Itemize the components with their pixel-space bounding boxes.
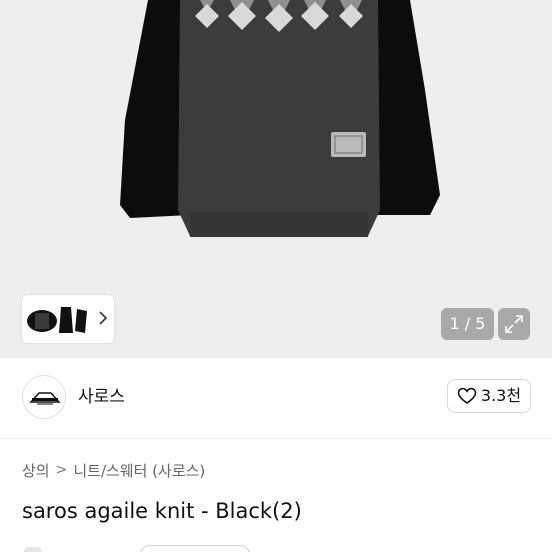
thumbnail-images[interactable] (25, 299, 95, 339)
shop-logo[interactable] (22, 375, 66, 419)
breadcrumb-separator: > (55, 462, 68, 478)
like-count: 3.3천 (480, 386, 522, 405)
like-button[interactable]: 3.3천 (447, 379, 531, 413)
breadcrumb-item-top[interactable]: 상의 (22, 460, 50, 481)
expand-arrows-icon (505, 315, 523, 333)
thumbnail-next-icon[interactable] (98, 310, 108, 326)
section-divider (0, 438, 552, 439)
product-image-gallery[interactable]: 1 / 5 (0, 0, 552, 358)
breadcrumb: 상의 > 니트/스웨터 (사로스) (22, 459, 205, 481)
image-counter: 1 / 5 (441, 308, 494, 340)
breadcrumb-item-knit[interactable]: 니트/스웨터 (사로스) (73, 460, 205, 481)
product-title: saros agaile knit - Black(2) (22, 499, 302, 523)
shop-name[interactable]: 사로스 (78, 385, 125, 409)
heart-outline-icon (457, 387, 477, 404)
shop-info-row: 사로스 3.3천 (0, 358, 552, 438)
partial-element (24, 547, 42, 552)
partial-chip[interactable] (140, 545, 250, 552)
thumbnail-strip[interactable] (22, 295, 114, 343)
expand-button[interactable] (498, 308, 530, 340)
